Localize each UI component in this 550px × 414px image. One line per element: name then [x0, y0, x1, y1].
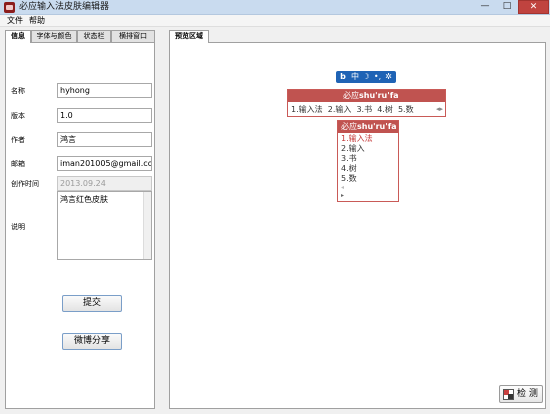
email-field[interactable]: iman201005@gmail.com: [57, 156, 152, 171]
candidate-item: 2.输入: [341, 144, 365, 153]
version-label: 版本: [11, 112, 25, 120]
moon-icon: ☽: [362, 72, 370, 81]
name-label: 名称: [11, 87, 25, 95]
horizontal-candidate-list: 1.输入法 2.输入 3.书 4.树 5.数: [291, 103, 414, 116]
page-down-arrow-icon: ▸: [341, 192, 345, 199]
window-title: 必应输入法皮肤编辑器: [19, 2, 110, 12]
gear-icon: ✲: [385, 72, 392, 81]
menu-bar: 文件 帮助: [0, 15, 550, 27]
author-field[interactable]: 鸿言: [57, 132, 152, 147]
composition-prefix: 必应: [341, 122, 357, 131]
horizontal-candidate-window: 必应shu'ru'fa 1.输入法 2.输入 3.书 4.树 5.数 ◂▸: [287, 89, 446, 117]
tab-horizontal-window[interactable]: 横排窗口: [111, 30, 155, 42]
email-label: 邮箱: [11, 160, 25, 168]
check-icon: [503, 389, 514, 400]
tab-info[interactable]: 信息: [5, 30, 31, 43]
weibo-share-button[interactable]: 微博分享: [62, 333, 122, 350]
tab-status-bar[interactable]: 状态栏: [77, 30, 111, 42]
candidate-item: 1.输入法: [291, 105, 323, 114]
candidate-item: 4.树: [377, 105, 393, 114]
chinese-mode-icon: 中: [351, 72, 359, 81]
tab-font-color[interactable]: 字体与颜色: [31, 30, 77, 42]
version-field[interactable]: 1.0: [57, 108, 152, 123]
candidate-item: 2.输入: [327, 105, 352, 114]
menu-file[interactable]: 文件: [7, 16, 23, 26]
check-label: 检 测: [517, 389, 538, 399]
description-text: 鸿言红色皮肤: [60, 195, 108, 204]
created-label: 创作时间: [11, 180, 39, 188]
close-button[interactable]: ✕: [518, 0, 549, 14]
app-icon: [4, 2, 15, 13]
candidate-item: 1.输入法: [341, 134, 373, 143]
description-field[interactable]: 鸿言红色皮肤: [57, 191, 152, 260]
ime-status-bar: b 中 ☽ •, ✲: [336, 71, 396, 83]
vertical-candidate-window: 必应shu'ru'fa 1.输入法 2.输入 3.书 4.树 5.数 ◂ ▸: [337, 120, 399, 202]
candidate-item: 3.书: [356, 105, 373, 114]
composition-pinyin: shu'ru'fa: [359, 91, 399, 100]
info-tab-page: 名称 hyhong 版本 1.0 作者 鸿言 邮箱 iman201005@gma…: [5, 42, 155, 409]
horizontal-composition: 必应shu'ru'fa: [288, 90, 445, 102]
created-field: 2013.09.24: [57, 176, 152, 191]
candidate-item: 5.数: [397, 105, 414, 114]
check-button[interactable]: 检 测: [499, 385, 543, 403]
minimize-button[interactable]: —: [474, 0, 496, 14]
composition-prefix: 必应: [343, 91, 359, 100]
description-label: 说明: [11, 223, 25, 231]
bing-logo-icon: b: [340, 72, 346, 81]
candidate-item: 5.数: [341, 174, 357, 183]
tab-preview[interactable]: 预览区域: [169, 30, 209, 43]
author-label: 作者: [11, 136, 25, 144]
preview-panel: 预览区域: [169, 30, 546, 409]
vertical-composition: 必应shu'ru'fa: [338, 121, 398, 133]
description-scrollbar[interactable]: [143, 192, 151, 259]
candidate-item: 4.树: [341, 164, 357, 173]
info-panel: 信息 字体与颜色 状态栏 横排窗口 名称 hyhong 版本 1.0 作者 鸿言…: [5, 30, 155, 409]
menu-help[interactable]: 帮助: [29, 16, 45, 26]
title-bar: 必应输入法皮肤编辑器 — □ ✕: [0, 0, 550, 15]
page-up-arrow-icon: ◂: [341, 184, 345, 191]
submit-button[interactable]: 提交: [62, 295, 122, 312]
page-arrows-icon: ◂▸: [436, 105, 444, 113]
name-field[interactable]: hyhong: [57, 83, 152, 98]
punctuation-icon: •,: [373, 72, 382, 81]
maximize-button[interactable]: □: [496, 0, 518, 14]
candidate-item: 3.书: [341, 154, 357, 163]
composition-pinyin: shu'ru'fa: [357, 122, 397, 131]
